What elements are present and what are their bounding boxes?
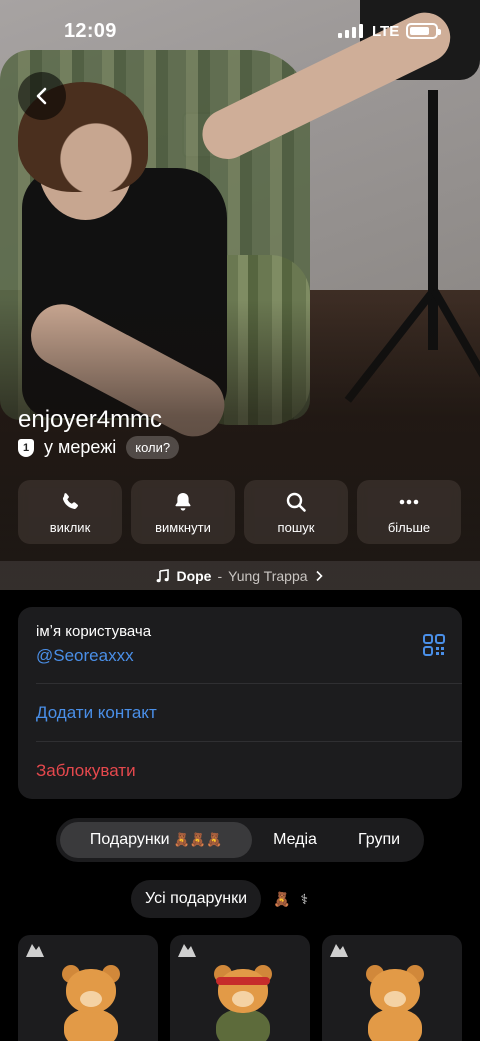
network-type: LTE: [372, 23, 400, 40]
gift-card[interactable]: [170, 935, 310, 1041]
call-label: виклик: [49, 519, 91, 535]
status-text: у мережі: [44, 437, 117, 457]
back-button[interactable]: [18, 72, 66, 120]
gift-badge-icon: [178, 944, 196, 957]
username-section[interactable]: імʼя користувача @Seoreaxxx: [36, 623, 444, 666]
action-bar: виклик вимкнути пошук більше: [18, 480, 462, 544]
bear-icon: [60, 963, 122, 1041]
symbol-collection-icon[interactable]: ⚕: [300, 891, 308, 908]
gift-emoji-icons: 🧸🧸🧸: [173, 832, 223, 847]
tab-media[interactable]: Медіа: [252, 822, 338, 858]
bear-headband-icon: [212, 963, 274, 1041]
gift-badge-icon: [330, 944, 348, 957]
mute-button[interactable]: вимкнути: [131, 480, 235, 544]
username-value[interactable]: @Seoreaxxx: [36, 646, 444, 666]
collection-filters[interactable]: 🧸 ⚕: [273, 891, 308, 908]
bell-icon: [175, 492, 191, 511]
track-title: Dope: [176, 567, 212, 584]
signal-icon: [338, 24, 363, 38]
divider: [36, 683, 462, 684]
status-time: 12:09: [64, 20, 117, 42]
profile-name: enjoyer4mmc: [18, 406, 163, 433]
status-bar: 12:09 LTE: [0, 0, 480, 64]
tab-groups[interactable]: Групи: [338, 822, 420, 858]
tab-groups-label: Групи: [357, 831, 401, 848]
search-button[interactable]: пошук: [244, 480, 348, 544]
divider: [36, 741, 462, 742]
username-label: імʼя користувача: [36, 623, 152, 640]
chevron-left-icon: [36, 87, 47, 105]
last-seen-button[interactable]: коли?: [126, 436, 180, 459]
more-icon: [399, 499, 419, 504]
battery-icon: [406, 23, 441, 39]
bear-collection-icon[interactable]: 🧸: [273, 891, 290, 908]
tab-media-label: Медіа: [273, 831, 317, 848]
tab-gifts-label: Подарунки: [89, 831, 170, 848]
gift-badge-icon: [26, 944, 44, 957]
block-button[interactable]: Заблокувати: [36, 761, 444, 781]
gift-card[interactable]: [18, 935, 158, 1041]
block-row[interactable]: Заблокувати: [36, 761, 444, 781]
call-button[interactable]: виклик: [18, 480, 122, 544]
chevron-right-icon: [315, 570, 323, 581]
add-contact-row[interactable]: Додати контакт: [36, 703, 444, 723]
phone-icon: [62, 492, 78, 509]
more-button[interactable]: більше: [357, 480, 461, 544]
search-icon: [286, 492, 306, 512]
info-card: імʼя користувача @Seoreaxxx Додати конта…: [18, 607, 462, 799]
search-label: пошук: [277, 519, 315, 535]
shield-icon: 1: [18, 438, 34, 457]
online-status: 1 у мережі коли?: [18, 436, 180, 459]
now-playing-bar[interactable]: Dope - Yung Trappa: [0, 561, 480, 590]
mute-label: вимкнути: [155, 519, 211, 535]
all-gifts-filter[interactable]: Усі подарунки: [131, 880, 262, 918]
track-separator: -: [217, 567, 223, 584]
tab-gifts[interactable]: Подарунки 🧸🧸🧸: [60, 822, 252, 858]
gift-filter: Усі подарунки 🧸 ⚕: [131, 880, 308, 918]
track-artist: Yung Trappa: [228, 567, 308, 584]
gift-grid: [18, 935, 462, 1041]
profile-tabs: Подарунки 🧸🧸🧸 Медіа Групи: [56, 818, 424, 862]
add-contact-button[interactable]: Додати контакт: [36, 703, 444, 723]
qr-code-icon[interactable]: [422, 633, 446, 657]
more-label: більше: [387, 519, 431, 535]
bear-icon: [364, 963, 426, 1041]
music-note-icon: [157, 568, 170, 582]
gift-card[interactable]: [322, 935, 462, 1041]
